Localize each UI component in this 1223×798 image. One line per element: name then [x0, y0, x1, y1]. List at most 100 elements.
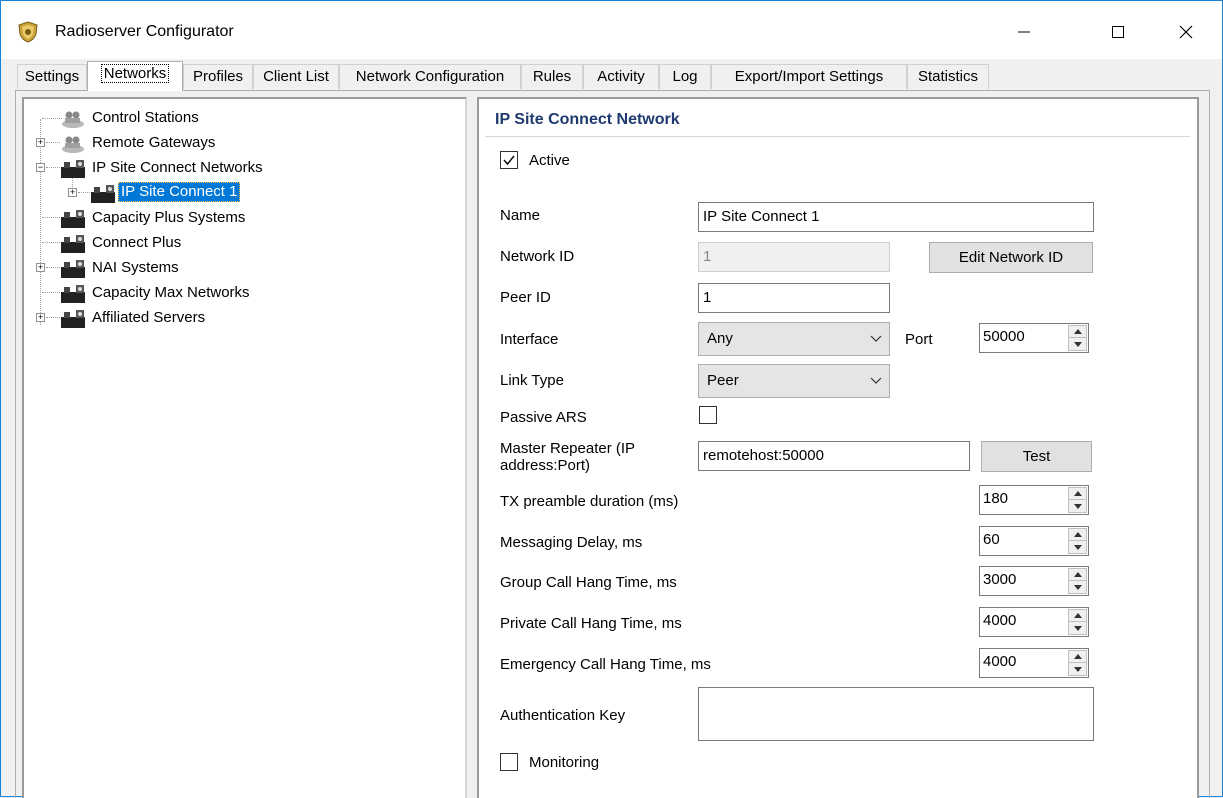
minimize-icon	[1018, 31, 1030, 33]
checkmark-icon	[503, 155, 515, 166]
tab-statistics[interactable]: Statistics	[907, 64, 989, 89]
tree-item-label: Control Stations	[92, 109, 199, 126]
spinner-arrows[interactable]	[1068, 487, 1087, 513]
expand-ip-site-connect-1[interactable]: +	[68, 188, 77, 197]
tx-preamble-value: 180	[983, 490, 1009, 507]
close-button[interactable]	[1163, 9, 1209, 55]
spinner-arrows[interactable]	[1068, 609, 1087, 635]
tree-item-remote-gateways[interactable]: Remote Gateways	[60, 132, 360, 156]
tab-networks[interactable]: Networks	[87, 61, 183, 91]
network-tree[interactable]: + − + + + Control Stations Remote Gatewa…	[22, 97, 467, 798]
group-call-hang-time-spinner[interactable]: 3000	[979, 566, 1089, 596]
tree-item-label: NAI Systems	[92, 259, 179, 276]
spin-down-icon[interactable]	[1069, 541, 1086, 553]
tree-item-label: Capacity Plus Systems	[92, 209, 246, 226]
master-repeater-label-line2: address:Port)	[500, 457, 591, 474]
name-label: Name	[500, 207, 541, 224]
tree-item-label: Remote Gateways	[92, 134, 216, 151]
chevron-down-icon	[870, 377, 882, 384]
app-logo-icon	[18, 21, 38, 43]
expand-affiliated-servers[interactable]: +	[36, 313, 45, 322]
passive-ars-checkbox[interactable]	[699, 406, 717, 424]
monitoring-checkbox[interactable]	[500, 753, 518, 771]
network-icon	[61, 235, 85, 253]
tab-networks-label: Networks	[100, 64, 170, 83]
master-repeater-label-line1: Master Repeater (IP	[500, 440, 636, 457]
tx-preamble-label: TX preamble duration (ms)	[500, 493, 679, 510]
interface-value: Any	[707, 330, 733, 347]
tree-item-nai-systems[interactable]: NAI Systems	[60, 257, 360, 281]
authentication-key-field[interactable]	[698, 687, 1094, 741]
expand-remote-gateways[interactable]: +	[36, 138, 45, 147]
link-type-dropdown[interactable]: Peer	[698, 364, 890, 398]
name-field[interactable]: IP Site Connect 1	[698, 202, 1094, 232]
tree-item-label-selected: IP Site Connect 1	[118, 182, 241, 202]
spinner-arrows[interactable]	[1068, 650, 1087, 676]
spin-down-icon[interactable]	[1069, 581, 1086, 593]
peer-id-label: Peer ID	[500, 289, 551, 306]
tab-client-list[interactable]: Client List	[253, 64, 339, 89]
tab-profiles[interactable]: Profiles	[183, 64, 253, 89]
spin-down-icon[interactable]	[1069, 622, 1086, 634]
tree-item-connect-plus[interactable]: Connect Plus	[60, 232, 360, 256]
private-call-hang-time-spinner[interactable]: 4000	[979, 607, 1089, 637]
edit-network-id-button[interactable]: Edit Network ID	[929, 242, 1093, 273]
tab-export-import-settings[interactable]: Export/Import Settings	[711, 64, 907, 89]
section-title: IP Site Connect Network	[495, 111, 680, 128]
tree-item-control-stations[interactable]: Control Stations	[60, 107, 360, 131]
port-spinner[interactable]: 50000	[979, 323, 1089, 353]
spin-up-icon[interactable]	[1069, 610, 1086, 622]
panel-splitter[interactable]	[467, 97, 477, 798]
spin-down-icon[interactable]	[1069, 500, 1086, 512]
control-stations-icon	[62, 111, 84, 128]
spinner-arrows[interactable]	[1068, 528, 1087, 554]
spinner-arrows[interactable]	[1068, 325, 1087, 351]
emergency-call-hang-time-label: Emergency Call Hang Time, ms	[500, 656, 711, 673]
network-id-label: Network ID	[500, 248, 575, 265]
minimize-button[interactable]	[1001, 9, 1047, 55]
tree-item-ip-site-connect-1[interactable]: IP Site Connect 1	[90, 182, 390, 206]
tree-item-capacity-plus-systems[interactable]: Capacity Plus Systems	[60, 207, 360, 231]
spin-down-icon[interactable]	[1069, 338, 1086, 350]
network-id-field: 1	[698, 242, 890, 272]
window-title: Radioserver Configurator	[55, 23, 234, 40]
tab-log[interactable]: Log	[659, 64, 711, 89]
tab-strip: Settings Networks Profiles Client List N…	[1, 59, 1222, 91]
tx-preamble-spinner[interactable]: 180	[979, 485, 1089, 515]
spin-down-icon[interactable]	[1069, 663, 1086, 675]
close-icon	[1179, 25, 1193, 39]
spin-up-icon[interactable]	[1069, 569, 1086, 581]
active-label: Active	[529, 152, 570, 169]
expand-nai-systems[interactable]: +	[36, 263, 45, 272]
tab-rules[interactable]: Rules	[521, 64, 583, 89]
tree-item-label: IP Site Connect Networks	[92, 159, 263, 176]
section-divider	[485, 136, 1190, 137]
spinner-arrows[interactable]	[1068, 568, 1087, 594]
maximize-icon	[1112, 26, 1124, 38]
link-type-label: Link Type	[500, 372, 564, 389]
collapse-ip-site-connect-networks[interactable]: −	[36, 163, 45, 172]
maximize-button[interactable]	[1095, 9, 1141, 55]
spin-up-icon[interactable]	[1069, 529, 1086, 541]
spin-up-icon[interactable]	[1069, 326, 1086, 338]
network-icon	[61, 285, 85, 303]
tree-item-ip-site-connect-networks[interactable]: IP Site Connect Networks	[60, 157, 360, 181]
messaging-delay-value: 60	[983, 531, 1000, 548]
port-value: 50000	[983, 328, 1025, 345]
spin-up-icon[interactable]	[1069, 651, 1086, 663]
spin-up-icon[interactable]	[1069, 488, 1086, 500]
test-button[interactable]: Test	[981, 441, 1092, 472]
peer-id-field[interactable]: 1	[698, 283, 890, 313]
tree-item-affiliated-servers[interactable]: Affiliated Servers	[60, 307, 360, 331]
interface-dropdown[interactable]: Any	[698, 322, 890, 356]
emergency-call-hang-time-spinner[interactable]: 4000	[979, 648, 1089, 678]
tab-activity[interactable]: Activity	[583, 64, 659, 89]
active-checkbox[interactable]	[500, 151, 518, 169]
tab-network-configuration[interactable]: Network Configuration	[339, 64, 521, 89]
tab-settings[interactable]: Settings	[17, 64, 87, 89]
master-repeater-field[interactable]: remotehost:50000	[698, 441, 970, 471]
passive-ars-label: Passive ARS	[500, 409, 587, 426]
tree-item-capacity-max-networks[interactable]: Capacity Max Networks	[60, 282, 360, 306]
messaging-delay-spinner[interactable]: 60	[979, 526, 1089, 556]
private-call-hang-time-label: Private Call Hang Time, ms	[500, 615, 682, 632]
